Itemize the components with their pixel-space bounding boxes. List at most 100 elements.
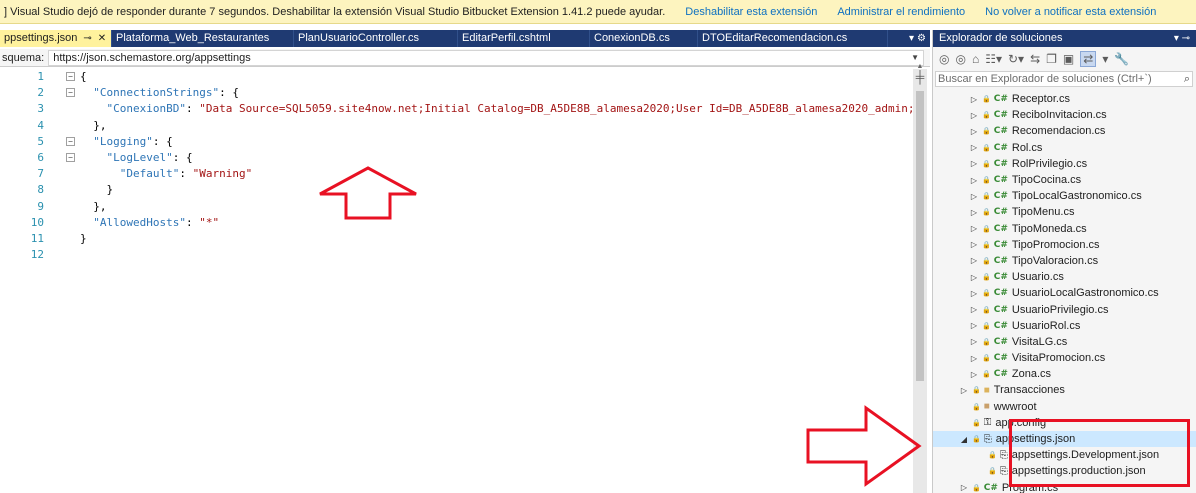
tree-item[interactable]: ▷ 🔒 C# ReciboInvitacion.cs — [933, 107, 1196, 123]
expand-arrow-icon[interactable]: ▷ — [969, 111, 979, 120]
dont-notify-link[interactable]: No volver a notificar esta extensión — [985, 6, 1156, 18]
properties-wrench-icon[interactable]: 🔧 — [1114, 52, 1129, 66]
tree-item[interactable]: ▷ 🔒 ■ Transacciones — [933, 382, 1196, 398]
tree-item[interactable]: ▷ 🔒 C# Recomendacion.cs — [933, 123, 1196, 139]
code-line[interactable]: 8 } — [0, 184, 912, 195]
tab-plataforma-web[interactable]: Plataforma_Web_Restaurantes — [112, 30, 294, 47]
tree-item[interactable]: 🔒 ■ wwwroot — [933, 399, 1196, 415]
tab-dtoeditarrecomendacion[interactable]: DTOEditarRecomendacion.cs — [698, 30, 888, 47]
json-file-icon: ⎘ — [999, 465, 1008, 477]
gear-icon[interactable]: ⚙ — [917, 30, 926, 47]
tree-item[interactable]: ▷ 🔒 C# VisitaLG.cs — [933, 334, 1196, 350]
collapse-icon[interactable]: − — [66, 88, 75, 98]
expand-arrow-icon[interactable]: ▷ — [969, 289, 979, 298]
expand-arrow-icon[interactable]: ◢ — [959, 435, 969, 444]
tab-editarperfil[interactable]: EditarPerfil.cshtml — [458, 30, 590, 47]
schema-bar: squema: https://json.schemastore.org/app… — [0, 49, 930, 67]
code-line[interactable]: 12 — [0, 249, 912, 260]
history-icon[interactable]: ↻▾ — [1008, 52, 1024, 66]
schema-select[interactable]: https://json.schemastore.org/appsettings… — [48, 49, 924, 66]
code-line[interactable]: 5 − "Logging": { — [0, 136, 912, 147]
expand-arrow-icon[interactable]: ▷ — [969, 127, 979, 136]
tree-item[interactable]: ▷ 🔒 C# UsuarioLocalGastronomico.cs — [933, 285, 1196, 301]
expand-arrow-icon[interactable]: ▷ — [969, 224, 979, 233]
tree-item[interactable]: ▷ 🔒 C# TipoCocina.cs — [933, 172, 1196, 188]
tree-item[interactable]: ▷ 🔒 C# Zona.cs — [933, 366, 1196, 382]
tree-item[interactable]: ▷ 🔒 C# TipoMoneda.cs — [933, 221, 1196, 237]
preview-icon[interactable]: ⇄ — [1080, 51, 1097, 67]
code-line[interactable]: 6 − "LogLevel": { — [0, 152, 912, 163]
tab-appsettings-json[interactable]: ppsettings.json ⊸ ✕ — [0, 30, 112, 47]
code-line[interactable]: 11} — [0, 233, 912, 244]
tree-item[interactable]: ▷ 🔒 C# UsuarioRol.cs — [933, 318, 1196, 334]
tree-item[interactable]: ▷ 🔒 C# TipoPromocion.cs — [933, 237, 1196, 253]
code-line[interactable]: 1 −{ — [0, 71, 912, 82]
csharp-file-icon: C# — [993, 191, 1008, 202]
code-line[interactable]: 10 "AllowedHosts": "*" — [0, 217, 912, 228]
tree-item[interactable]: ▷ 🔒 C# RolPrivilegio.cs — [933, 156, 1196, 172]
collapse-icon[interactable]: − — [66, 136, 75, 146]
back-icon[interactable]: ◎ — [939, 52, 949, 66]
expand-arrow-icon[interactable]: ▷ — [969, 273, 979, 282]
expand-arrow-icon[interactable]: ▷ — [959, 483, 969, 492]
manage-performance-link[interactable]: Administrar el rendimiento — [837, 6, 965, 18]
solution-explorer-toolbar: ◎ ◎ ⌂ ☷▾ ↻▾ ⇆ ❐ ▣ ⇄ ▾ 🔧 — [933, 47, 1196, 71]
expand-arrow-icon[interactable]: ▷ — [969, 192, 979, 201]
tree-item-label: TipoValoracion.cs — [1011, 254, 1099, 267]
expand-arrow-icon[interactable]: ▷ — [969, 176, 979, 185]
code-line[interactable]: 3 "ConexionBD": "Data Source=SQL5059.sit… — [0, 103, 912, 114]
solution-search-input[interactable]: Buscar en Explorador de soluciones (Ctrl… — [935, 71, 1193, 87]
expand-arrow-icon[interactable]: ▷ — [969, 337, 979, 346]
tree-item[interactable]: ▷ 🔒 C# TipoValoracion.cs — [933, 253, 1196, 269]
home-icon[interactable]: ⌂ — [972, 52, 979, 66]
tab-planusuariocontroller[interactable]: PlanUsuarioController.cs — [294, 30, 458, 47]
tree-item[interactable]: ▷ 🔒 C# TipoLocalGastronomico.cs — [933, 188, 1196, 204]
expand-arrow-icon[interactable]: ▷ — [969, 256, 979, 265]
code-line[interactable]: 9 }, — [0, 201, 912, 212]
pin-icon[interactable]: ▾ ⊸ — [1174, 30, 1190, 47]
tree-item[interactable]: ▷ 🔒 C# Receptor.cs — [933, 91, 1196, 107]
solution-explorer-title: Explorador de soluciones — [939, 32, 1063, 44]
expand-arrow-icon[interactable]: ▷ — [969, 208, 979, 217]
expand-arrow-icon[interactable]: ▷ — [969, 354, 979, 363]
code-line[interactable]: 7 "Default": "Warning" — [0, 168, 912, 179]
code-area[interactable]: 1−{ 2− "ConnectionStrings": { 3 "ConexionB… — [0, 69, 912, 493]
tree-item[interactable]: ▷ 🔒 C# Usuario.cs — [933, 269, 1196, 285]
tree-item[interactable]: ▷ 🔒 C# VisitaPromocion.cs — [933, 350, 1196, 366]
scrollbar-thumb[interactable] — [916, 91, 924, 381]
expand-arrow-icon[interactable]: ▷ — [969, 143, 979, 152]
code-line[interactable]: 2 − "ConnectionStrings": { — [0, 87, 912, 98]
code-text: { — [80, 70, 87, 83]
web-folder-icon: ■ — [983, 401, 990, 413]
expand-arrow-icon[interactable]: ▷ — [969, 305, 979, 314]
tree-item[interactable]: ▷ 🔒 C# TipoMenu.cs — [933, 204, 1196, 220]
tree-item[interactable]: ▷ 🔒 C# Rol.cs — [933, 140, 1196, 156]
expand-arrow-icon[interactable]: ▷ — [969, 240, 979, 249]
code-text: "LogLevel": { — [106, 151, 193, 164]
collapse-icon[interactable]: − — [66, 72, 75, 81]
collapse-icon[interactable]: − — [66, 153, 75, 162]
show-all-files-icon[interactable]: ▣ — [1063, 52, 1074, 66]
forward-icon[interactable]: ◎ — [955, 52, 965, 66]
expand-arrow-icon[interactable]: ▷ — [969, 95, 979, 104]
split-icon[interactable]: ╪ — [913, 69, 927, 87]
sync-icon[interactable]: ⇆ — [1030, 52, 1040, 66]
switch-views-icon[interactable]: ☷▾ — [985, 52, 1002, 66]
dropdown-icon[interactable]: ▾ — [1102, 52, 1108, 66]
lock-icon: 🔒 — [982, 338, 991, 346]
pin-icon[interactable]: ⊸ — [83, 30, 91, 47]
tab-conexiondb[interactable]: ConexionDB.cs — [590, 30, 698, 47]
tab-overflow-icon[interactable]: ▾ — [909, 30, 914, 47]
expand-arrow-icon[interactable]: ▷ — [969, 159, 979, 168]
code-line[interactable]: 4 }, — [0, 120, 912, 131]
expand-arrow-icon[interactable]: ▷ — [969, 370, 979, 379]
copy-icon[interactable]: ❐ — [1046, 52, 1057, 66]
close-icon[interactable]: ✕ — [98, 30, 106, 47]
csharp-file-icon: C# — [993, 255, 1008, 266]
expand-arrow-icon[interactable]: ▷ — [969, 321, 979, 330]
lock-icon: 🔒 — [982, 96, 991, 104]
csharp-file-icon: C# — [993, 94, 1008, 105]
expand-arrow-icon[interactable]: ▷ — [959, 386, 969, 395]
disable-extension-link[interactable]: Deshabilitar esta extensión — [685, 6, 817, 18]
tree-item[interactable]: ▷ 🔒 C# UsuarioPrivilegio.cs — [933, 301, 1196, 317]
